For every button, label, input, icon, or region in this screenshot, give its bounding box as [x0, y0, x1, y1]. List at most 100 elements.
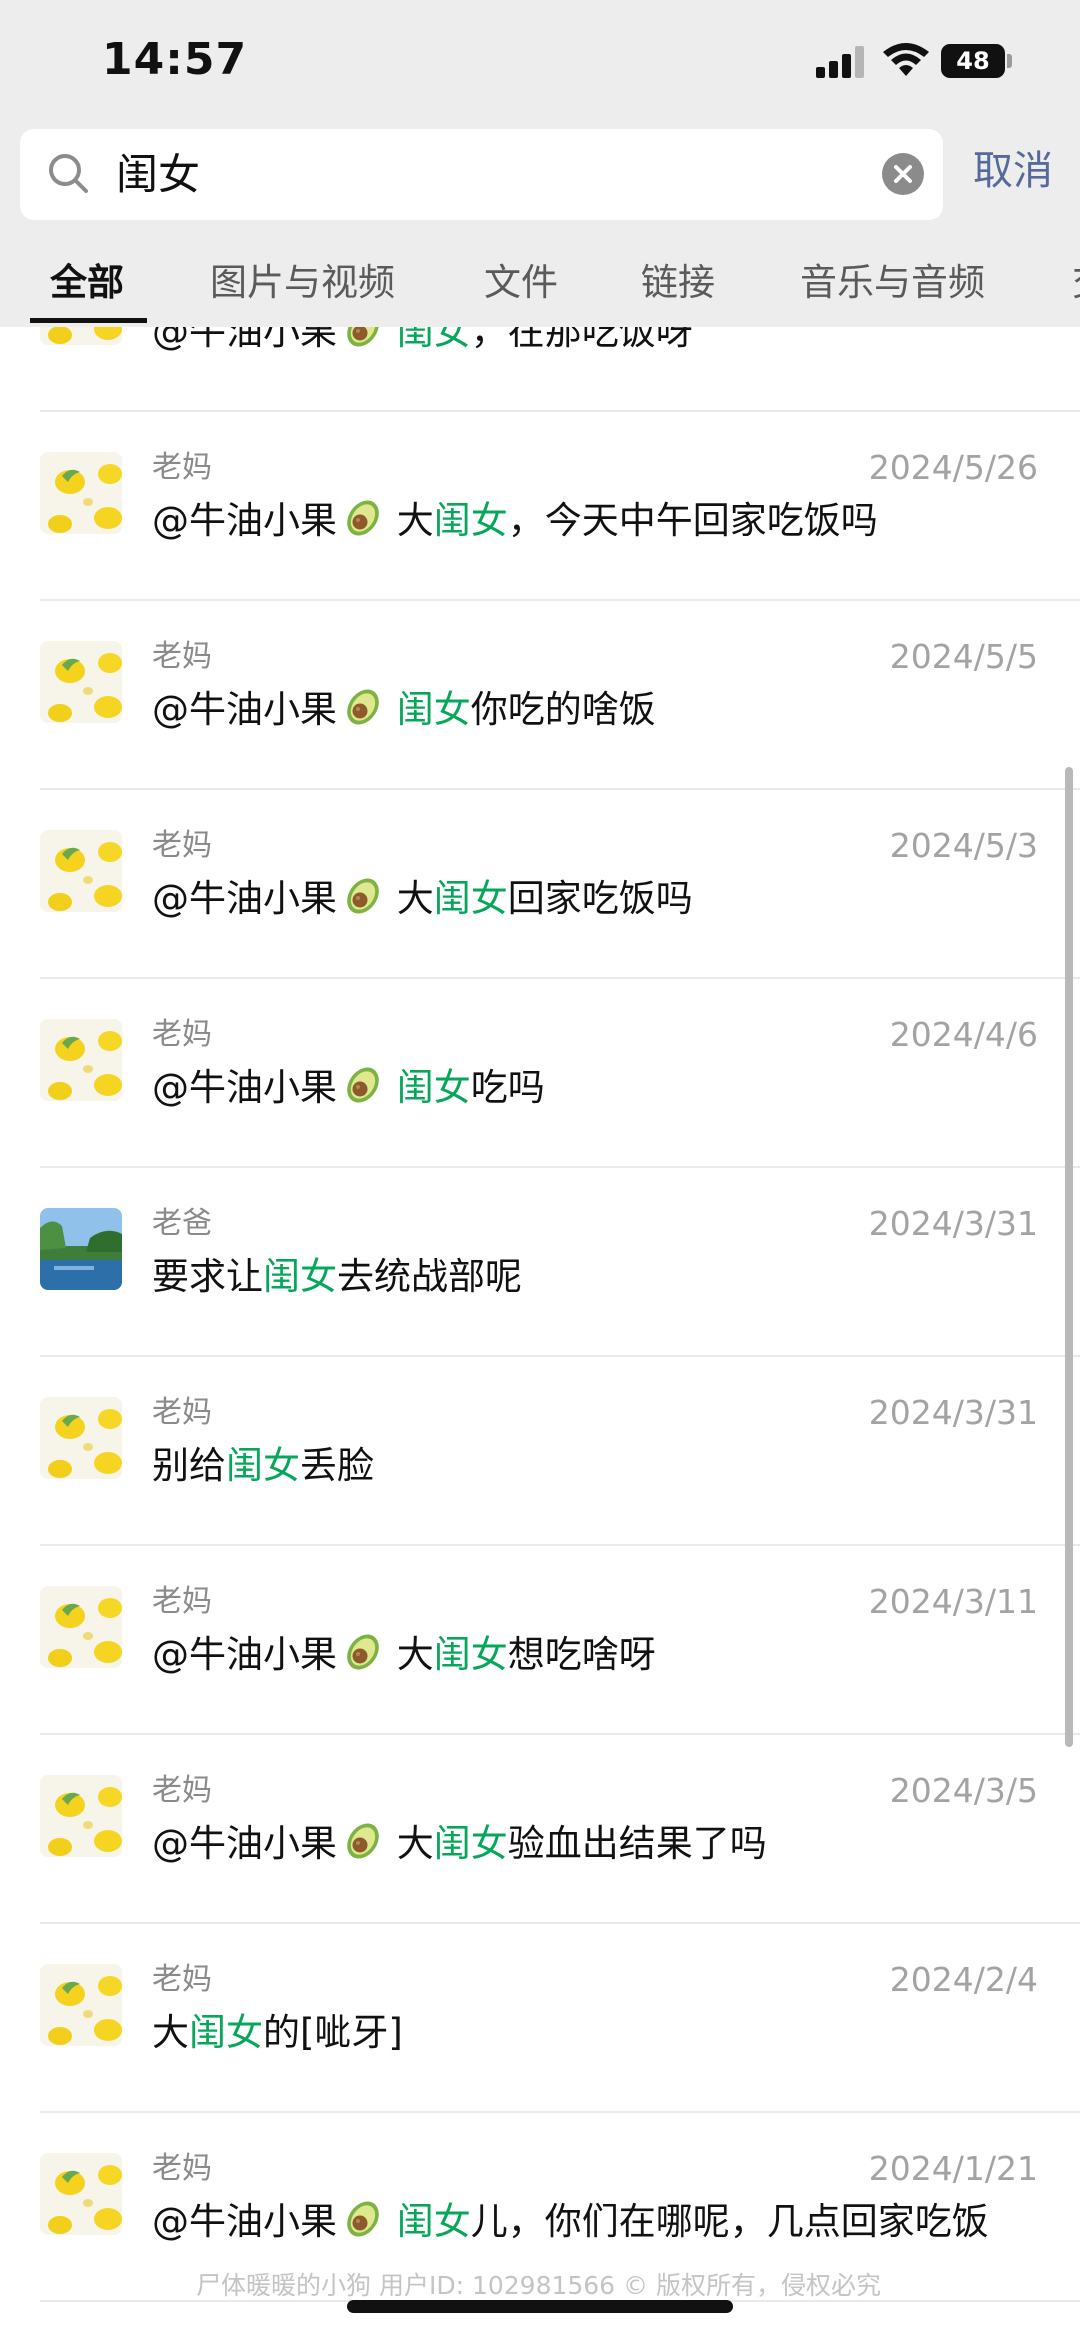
lemon-avatar[interactable] — [40, 1775, 122, 1857]
search-bar[interactable]: 闺女 — [20, 129, 943, 220]
message-fragment: @牛油小果 — [152, 688, 337, 731]
message-date: 2024/3/31 — [868, 1393, 1038, 1432]
message-fragment — [385, 2200, 397, 2243]
message-date: 2024/5/3 — [889, 826, 1038, 865]
status-time: 14:57 — [102, 34, 248, 85]
keyword-highlight: 闺女 — [433, 877, 508, 920]
avocado-emoji-icon — [337, 1633, 385, 1676]
message-fragment: 大 — [385, 499, 434, 542]
sender-name: 老妈 — [152, 639, 212, 674]
sender-name: 老妈 — [152, 450, 212, 485]
list-item[interactable]: 老妈 2024/3/11 @牛油小果 大闺女想吃啥呀 — [0, 1546, 1080, 1735]
cancel-button[interactable]: 取消 — [973, 145, 1053, 197]
avocado-emoji-icon — [337, 1822, 385, 1865]
search-input[interactable]: 闺女 — [116, 149, 200, 201]
lemon-avatar[interactable] — [40, 327, 122, 345]
message-text: 要求让闺女去统战部呢 — [152, 1252, 522, 1302]
header: 14:57 48 闺女 取消 全部 图片与视频 文件 链接 音乐与音频 — [0, 0, 1080, 327]
message-text: @牛油小果 大闺女回家吃饭吗 — [152, 874, 693, 924]
home-indicator[interactable] — [347, 2300, 733, 2313]
message-date: 2024/1/21 — [868, 2149, 1038, 2188]
keyword-highlight: 闺女 — [396, 2200, 471, 2243]
list-item[interactable]: 老妈 2024/5/26 @牛油小果 大闺女，今天中午回家吃饭吗 — [0, 412, 1080, 601]
message-date: 2024/3/31 — [868, 1204, 1038, 1243]
cellular-signal-icon — [816, 46, 866, 78]
search-results-list[interactable]: @牛油小果 闺女，在那吃饭呀 老妈 2024/5/26 @牛油小果 大闺女，今天中午回… — [0, 327, 1080, 2336]
battery-tip — [1007, 54, 1012, 68]
list-item[interactable]: 老妈 2024/5/5 @牛油小果 闺女你吃的啥饭 — [0, 601, 1080, 790]
lemon-avatar[interactable] — [40, 830, 122, 912]
avocado-emoji-icon — [337, 877, 385, 920]
message-fragment: ，今天中午回家吃饭吗 — [507, 499, 878, 542]
message-text: @牛油小果 大闺女想吃啥呀 — [152, 1630, 656, 1680]
message-date: 2024/5/26 — [868, 448, 1038, 487]
message-fragment: 大 — [385, 1633, 434, 1676]
wifi-icon — [883, 43, 929, 76]
watermark: 尸体暖暖的小狗 用户ID: 102981566 © 版权所有，侵权必究 — [196, 2271, 881, 2300]
filter-tabs: 全部 图片与视频 文件 链接 音乐与音频 交 — [0, 248, 1080, 327]
avocado-emoji-icon — [337, 1066, 385, 1109]
keyword-highlight: 闺女 — [433, 1633, 508, 1676]
tab-music-audio[interactable]: 音乐与音频 — [800, 258, 985, 308]
message-fragment: ，在那吃饭呀 — [470, 327, 693, 353]
keyword-highlight: 闺女 — [263, 1255, 337, 1298]
clear-icon[interactable] — [882, 153, 924, 195]
list-item[interactable]: 老妈 2024/2/4 大闺女的[呲牙] — [0, 1924, 1080, 2113]
tab-links[interactable]: 链接 — [641, 258, 715, 308]
message-fragment: 儿，你们在哪呢，几点回家吃饭 — [470, 2200, 989, 2243]
lemon-avatar[interactable] — [40, 1964, 122, 2046]
list-item[interactable]: @牛油小果 闺女，在那吃饭呀 — [0, 327, 1080, 412]
sender-name: 老妈 — [152, 2151, 212, 2186]
message-date: 2024/4/6 — [889, 1015, 1038, 1054]
keyword-highlight: 闺女 — [396, 1066, 471, 1109]
scrollbar[interactable] — [1065, 767, 1073, 1747]
list-item[interactable]: 老妈 2024/3/5 @牛油小果 大闺女验血出结果了吗 — [0, 1735, 1080, 1924]
message-text: @牛油小果 闺女你吃的啥饭 — [152, 685, 656, 735]
avocado-emoji-icon — [337, 2200, 385, 2243]
message-text: @牛油小果 大闺女，今天中午回家吃饭吗 — [152, 496, 878, 546]
lemon-avatar[interactable] — [40, 1397, 122, 1479]
list-item[interactable]: 老爸 2024/3/31 要求让闺女去统战部呢 — [0, 1168, 1080, 1357]
message-fragment: 的[呲牙] — [263, 2011, 403, 2054]
message-date: 2024/3/11 — [868, 1582, 1038, 1621]
list-item[interactable]: 老妈 2024/5/3 @牛油小果 大闺女回家吃饭吗 — [0, 790, 1080, 979]
message-fragment: @牛油小果 — [152, 1066, 337, 1109]
message-fragment: 大 — [152, 2011, 189, 2054]
sender-name: 老妈 — [152, 1773, 212, 1808]
lemon-avatar[interactable] — [40, 2153, 122, 2235]
list-item[interactable]: 老妈 2024/3/31 别给闺女丢脸 — [0, 1357, 1080, 1546]
lemon-avatar[interactable] — [40, 641, 122, 723]
lemon-avatar[interactable] — [40, 452, 122, 534]
message-fragment: 回家吃饭吗 — [507, 877, 693, 920]
message-date: 2024/3/5 — [889, 1771, 1038, 1810]
avocado-emoji-icon — [337, 327, 385, 353]
sender-name: 老妈 — [152, 1395, 212, 1430]
search-icon — [49, 154, 88, 193]
avocado-emoji-icon — [337, 688, 385, 731]
tab-files[interactable]: 文件 — [484, 258, 558, 308]
message-fragment: 验血出结果了吗 — [507, 1822, 767, 1865]
message-text: @牛油小果 闺女儿，你们在哪呢，几点回家吃饭 — [152, 2197, 989, 2247]
list-item[interactable]: 老妈 2024/4/6 @牛油小果 闺女吃吗 — [0, 979, 1080, 1168]
sender-name: 老爸 — [152, 1206, 212, 1241]
keyword-highlight: 闺女 — [433, 1822, 508, 1865]
avocado-emoji-icon — [337, 499, 385, 542]
tab-more[interactable]: 交 — [1072, 258, 1080, 308]
message-fragment: @牛油小果 — [152, 1633, 337, 1676]
sender-name: 老妈 — [152, 828, 212, 863]
message-text: @牛油小果 闺女吃吗 — [152, 1063, 545, 1113]
message-text: 大闺女的[呲牙] — [152, 2008, 403, 2058]
message-fragment: @牛油小果 — [152, 1822, 337, 1865]
message-fragment — [385, 1066, 397, 1109]
lemon-avatar[interactable] — [40, 1019, 122, 1101]
lemon-avatar[interactable] — [40, 1586, 122, 1668]
message-fragment: @牛油小果 — [152, 327, 337, 353]
keyword-highlight: 闺女 — [433, 499, 508, 542]
status-bar: 14:57 48 — [0, 0, 1080, 120]
landscape-avatar[interactable] — [40, 1208, 122, 1290]
tab-images-videos[interactable]: 图片与视频 — [210, 258, 395, 308]
message-fragment: @牛油小果 — [152, 2200, 337, 2243]
message-fragment: 别给 — [152, 1444, 226, 1487]
tab-all[interactable]: 全部 — [50, 258, 124, 308]
message-date: 2024/2/4 — [889, 1960, 1038, 1999]
